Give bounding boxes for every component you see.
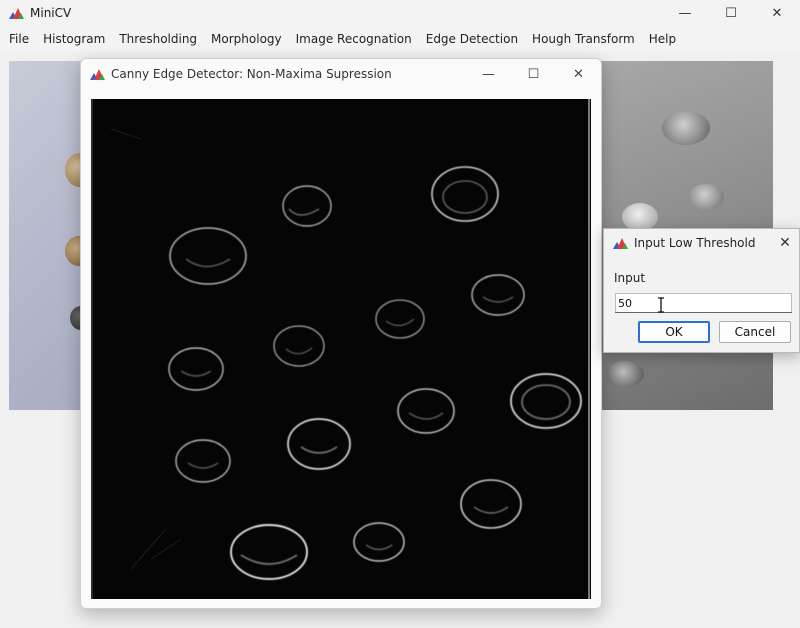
maximize-button[interactable]: ☐ xyxy=(708,0,754,26)
edge-map-image xyxy=(91,99,591,599)
menu-file[interactable]: File xyxy=(2,28,36,50)
input-underline xyxy=(615,312,792,313)
original-image-left xyxy=(9,61,89,410)
dialog-icon xyxy=(613,237,628,249)
canny-window-icon xyxy=(90,68,105,80)
menu-histogram[interactable]: Histogram xyxy=(36,28,112,50)
dialog-close-button[interactable]: ✕ xyxy=(775,233,795,253)
edge-map-svg xyxy=(91,99,591,599)
menu-thresholding[interactable]: Thresholding xyxy=(112,28,204,50)
menu-hough-transform[interactable]: Hough Transform xyxy=(525,28,642,50)
menu-morphology[interactable]: Morphology xyxy=(204,28,289,50)
text-cursor-icon xyxy=(658,297,664,313)
menu-image-recognation[interactable]: Image Recognation xyxy=(289,28,419,50)
menu-edge-detection[interactable]: Edge Detection xyxy=(419,28,525,50)
app-title: MiniCV xyxy=(30,6,72,20)
threshold-dialog-titlebar[interactable]: Input Low Threshold ✕ xyxy=(604,229,799,257)
cancel-button[interactable]: Cancel xyxy=(719,321,791,343)
canny-close-button[interactable]: ✕ xyxy=(556,59,601,89)
canny-minimize-button[interactable]: — xyxy=(466,59,511,89)
input-label: Input xyxy=(614,271,646,285)
canny-maximize-button[interactable]: ☐ xyxy=(511,59,556,89)
canny-window-title: Canny Edge Detector: Non-Maxima Supressi… xyxy=(111,67,392,81)
minimize-button[interactable]: — xyxy=(662,0,708,26)
ok-button[interactable]: OK xyxy=(638,321,710,343)
threshold-input[interactable] xyxy=(615,293,792,313)
canny-window-titlebar[interactable]: Canny Edge Detector: Non-Maxima Supressi… xyxy=(81,59,601,89)
main-window-controls: — ☐ ✕ xyxy=(662,0,800,26)
threshold-dialog: Input Low Threshold ✕ Input OK Cancel xyxy=(603,228,800,353)
app-icon xyxy=(9,7,24,19)
main-titlebar: MiniCV — ☐ ✕ xyxy=(0,0,800,26)
menubar: File Histogram Thresholding Morphology I… xyxy=(0,28,800,50)
threshold-dialog-title: Input Low Threshold xyxy=(634,236,756,250)
menu-help[interactable]: Help xyxy=(642,28,683,50)
close-button[interactable]: ✕ xyxy=(754,0,800,26)
canny-window-controls: — ☐ ✕ xyxy=(466,59,601,89)
canny-window: Canny Edge Detector: Non-Maxima Supressi… xyxy=(80,58,602,609)
